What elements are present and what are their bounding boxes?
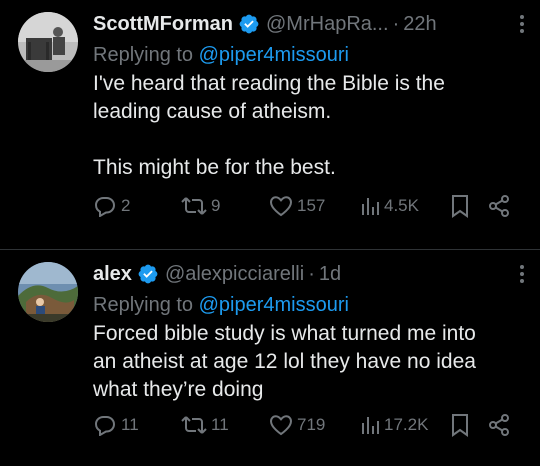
avatar[interactable] [18,262,78,322]
views-button[interactable]: 17.2K [360,410,428,440]
replying-to-label: Replying to [93,44,194,66]
bookmark-icon [452,414,468,437]
like-button[interactable]: 719 [269,410,325,440]
timestamp[interactable]: 1d [319,263,341,286]
bookmark-button[interactable] [450,191,470,221]
avatar[interactable] [18,12,78,72]
view-count: 4.5K [384,196,419,215]
view-count: 17.2K [384,415,429,434]
heart-icon [269,196,293,217]
reply-button[interactable]: 2 [93,191,130,221]
like-count: 719 [297,415,326,434]
tweet[interactable]: ScottMForman @MrHapRa... · 22h Replying … [0,0,540,249]
reply-count: 11 [121,415,139,434]
bookmark-button[interactable] [450,410,470,440]
retweet-count: 9 [211,196,221,215]
like-button[interactable]: 157 [269,191,325,221]
display-name[interactable]: alex [93,263,132,286]
share-button[interactable] [487,410,511,440]
share-button[interactable] [487,191,511,221]
reply-icon [94,416,116,436]
tweet-body: ScottMForman @MrHapRa... · 22h Replying … [93,8,528,182]
separator-dot: · [308,262,315,285]
views-icon [362,417,379,434]
tweet[interactable]: alex @alexpicciarelli · 1d Replying to @… [0,250,540,466]
handle[interactable]: @alexpicciarelli [165,263,304,286]
timestamp[interactable]: 22h [403,13,436,36]
retweet-button[interactable]: 9 [181,191,220,221]
bookmark-icon [452,195,468,218]
handle[interactable]: @MrHapRa... [266,13,389,36]
verified-badge-icon [239,14,259,34]
heart-icon [269,415,293,436]
retweet-count: 11 [211,415,229,434]
retweet-button[interactable]: 11 [181,410,229,440]
tweet-text: Forced bible study is what turned me int… [93,322,476,401]
reply-mention-link[interactable]: @piper4missouri [199,44,349,66]
tweet-header: ScottMForman @MrHapRa... · 22h [93,8,528,40]
reply-icon [94,197,116,217]
reply-count: 2 [121,196,131,215]
tweet-body: alex @alexpicciarelli · 1d Replying to @… [93,258,528,404]
more-options-icon[interactable] [512,262,532,286]
verified-badge-icon [138,264,158,284]
share-icon [489,195,509,217]
replying-to-label: Replying to [93,294,194,316]
share-icon [489,414,509,436]
views-button[interactable]: 4.5K [360,191,419,221]
tweet-header: alex @alexpicciarelli · 1d [93,258,528,290]
separator-dot: · [392,12,400,35]
replying-to: Replying to @piper4missouri [93,40,528,70]
like-count: 157 [297,196,326,215]
more-options-icon[interactable] [512,12,532,36]
replying-to: Replying to @piper4missouri [93,290,528,320]
tweet-text: I've heard that reading the Bible is the… [93,72,445,179]
retweet-icon [181,416,207,434]
retweet-icon [181,197,207,215]
reply-button[interactable]: 11 [93,410,139,440]
reply-mention-link[interactable]: @piper4missouri [199,294,349,316]
display-name[interactable]: ScottMForman [93,13,233,36]
views-icon [362,198,379,215]
